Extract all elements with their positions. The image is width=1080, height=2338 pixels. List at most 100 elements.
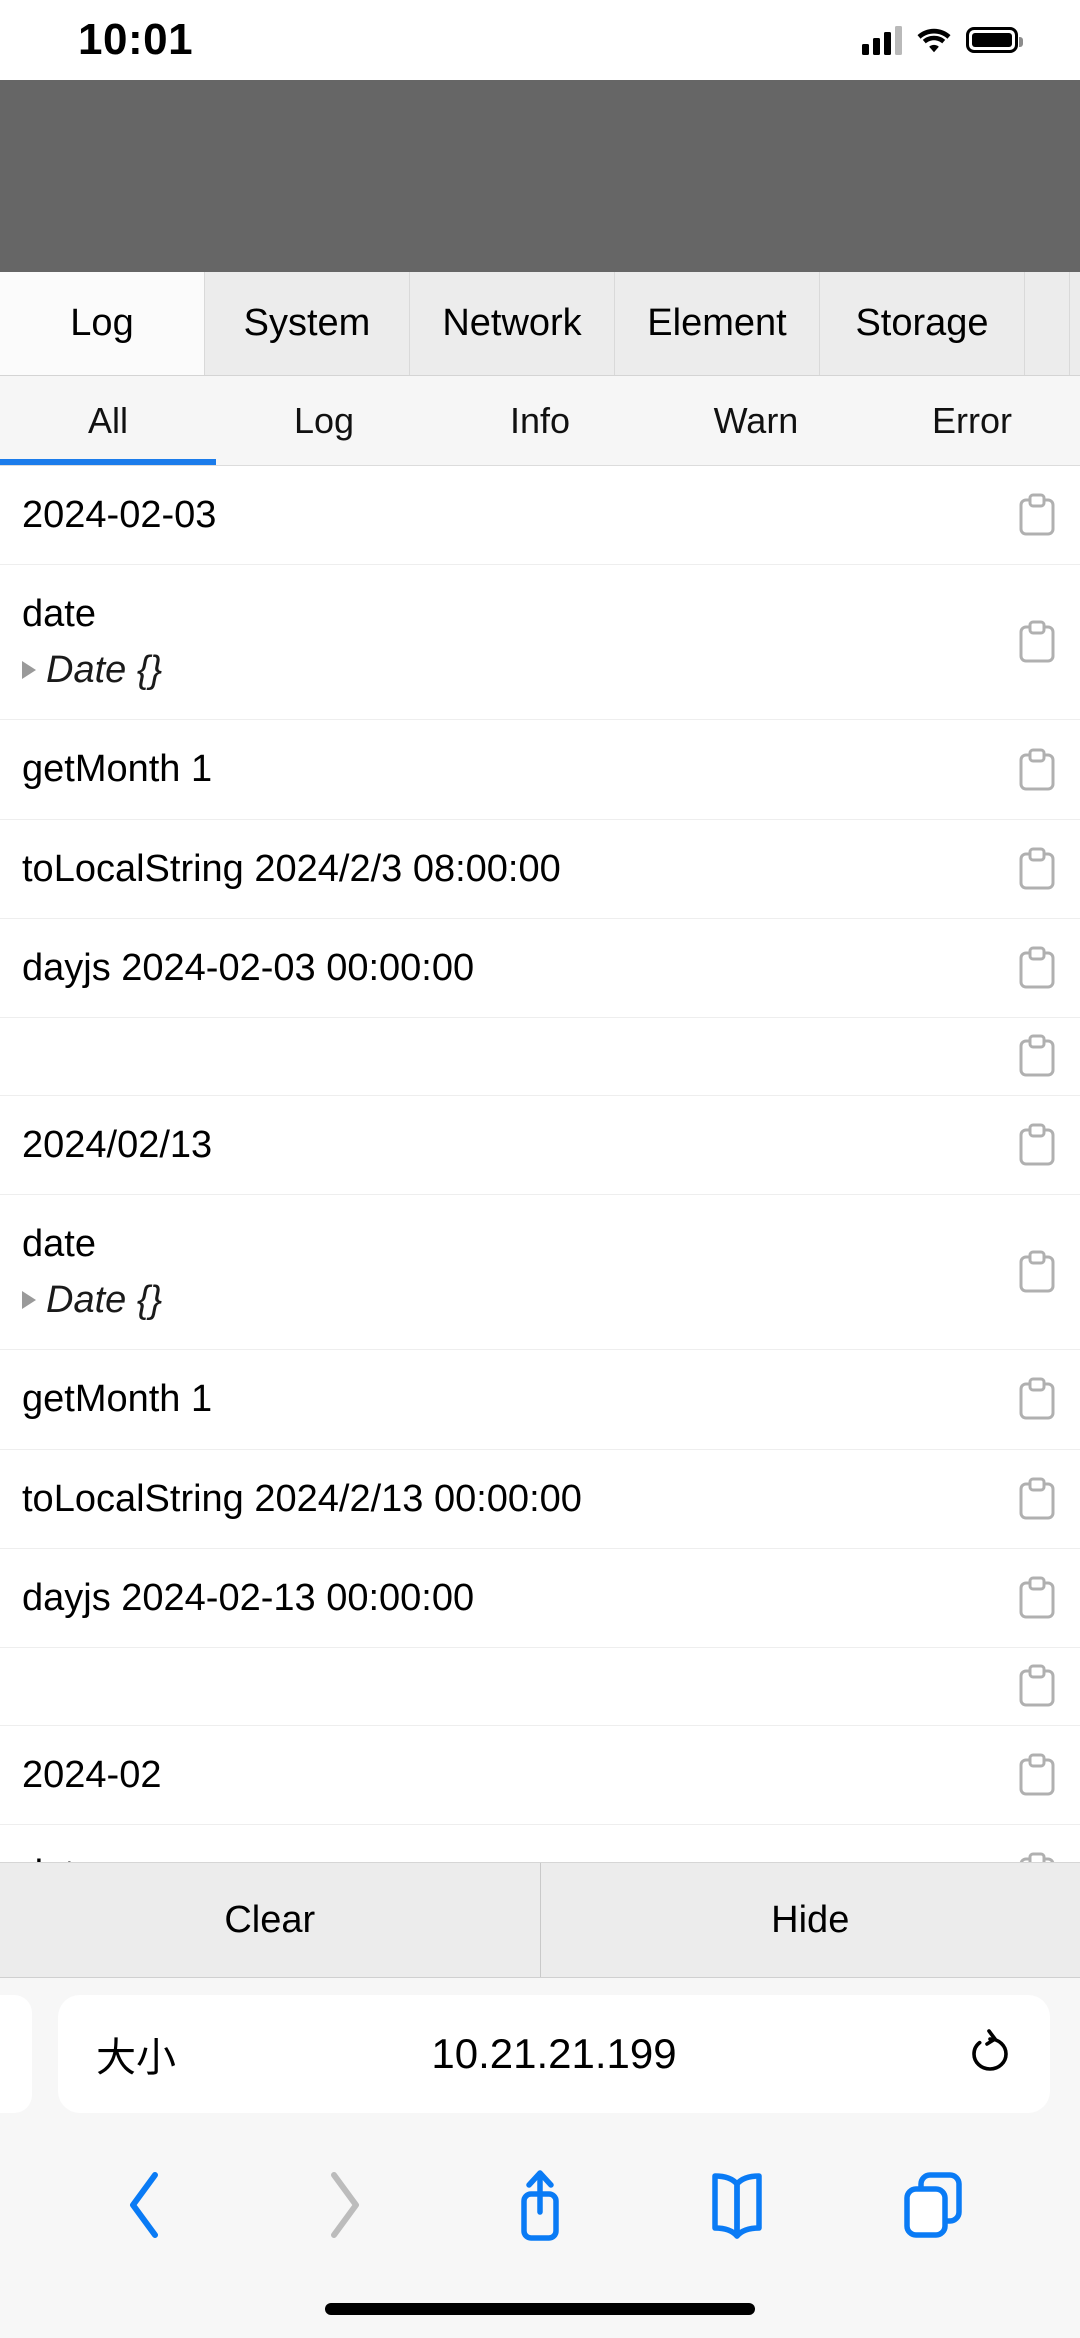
tab-system[interactable]: System [205, 272, 410, 375]
tab-overflow[interactable] [1025, 272, 1070, 375]
tab-system-label: System [243, 302, 371, 344]
clipboard-copy-icon[interactable] [1018, 1123, 1056, 1167]
adjacent-tab-peek[interactable] [0, 1995, 32, 2113]
safari-toolbar [0, 2130, 1080, 2280]
filter-warn[interactable]: Warn [648, 376, 864, 465]
tab-log-label: Log [70, 302, 134, 344]
log-row[interactable] [0, 1648, 1080, 1726]
log-row[interactable]: dayjs 2024-02-03 00:00:00 [0, 919, 1080, 1018]
log-row[interactable]: getMonth 1 [0, 720, 1080, 820]
address-bar[interactable]: 大小 10.21.21.199 [58, 1995, 1050, 2113]
clipboard-copy-icon[interactable] [1018, 1377, 1056, 1421]
clipboard-copy-icon[interactable] [1018, 493, 1056, 537]
log-row-text: getMonth 1 [22, 748, 213, 791]
url-row: 大小 10.21.21.199 [0, 1978, 1080, 2130]
log-row[interactable]: date [0, 1825, 1080, 1862]
filter-warn-label: Warn [713, 399, 799, 441]
log-row-object-label: Date {} [46, 649, 163, 692]
cellular-signal-icon [862, 25, 902, 55]
reload-icon[interactable] [968, 2029, 1012, 2079]
filter-info[interactable]: Info [432, 376, 648, 465]
tabs-button[interactable] [835, 2169, 1032, 2241]
disclosure-triangle-icon[interactable] [22, 1291, 36, 1310]
filter-all[interactable]: All [0, 376, 216, 465]
safari-bottom-chrome: 大小 10.21.21.199 [0, 1978, 1080, 2338]
filter-log[interactable]: Log [216, 376, 432, 465]
filter-log-label: Log [293, 399, 355, 441]
share-button[interactable] [442, 2166, 639, 2244]
log-row-object[interactable]: Date {} [22, 1275, 988, 1325]
log-row[interactable]: toLocalString 2024/2/13 00:00:00 [0, 1450, 1080, 1549]
wifi-icon [917, 28, 951, 53]
url-text: 10.21.21.199 [431, 2030, 677, 2077]
forward-button[interactable] [245, 2169, 442, 2241]
clipboard-copy-icon[interactable] [1018, 1034, 1056, 1078]
clipboard-copy-icon[interactable] [1018, 1477, 1056, 1521]
chevron-right-icon [331, 2172, 360, 2238]
clipboard-copy-icon[interactable] [1018, 1250, 1056, 1294]
share-icon [521, 2170, 559, 2241]
disclosure-triangle-icon[interactable] [22, 661, 36, 680]
log-row-object[interactable]: Date {} [22, 645, 988, 695]
tab-storage[interactable]: Storage [820, 272, 1025, 375]
log-row-text: 2024-02-03 [22, 494, 217, 536]
log-row-text: dayjs 2024-02-03 00:00:00 [22, 946, 475, 989]
tabs-icon [903, 2172, 962, 2238]
filter-error[interactable]: Error [864, 376, 1080, 465]
tab-element[interactable]: Element [615, 272, 820, 375]
log-row[interactable]: 2024-02-03 [0, 466, 1080, 566]
filter-info-label: Info [509, 399, 571, 441]
hide-button[interactable]: Hide [539, 1863, 1080, 1977]
tab-element-label: Element [647, 302, 787, 344]
web-page-backdrop [0, 80, 1080, 272]
phone-screen: 10:01 Log System Network Element Storage… [0, 0, 1080, 2338]
book-icon [712, 2173, 762, 2239]
log-row-text: toLocalString 2024/2/3 08:00:00 [22, 847, 561, 890]
tab-log[interactable]: Log [0, 272, 205, 375]
tab-storage-label: Storage [855, 302, 989, 344]
status-bar: 10:01 [0, 0, 1080, 80]
log-row-text: 2024-02 [22, 1753, 162, 1796]
log-row-text: getMonth 1 [22, 1378, 213, 1421]
vconsole-panel: Log System Network Element Storage All L… [0, 272, 1080, 1978]
clipboard-copy-icon[interactable] [1018, 1576, 1056, 1620]
console-tab-bar: Log System Network Element Storage [0, 272, 1080, 376]
log-row-text: date [22, 593, 96, 636]
back-button[interactable] [48, 2169, 245, 2241]
log-row[interactable]: 2024-02 [0, 1726, 1080, 1826]
clipboard-copy-icon[interactable] [1018, 1753, 1056, 1797]
tab-network-label: Network [442, 302, 582, 344]
clipboard-copy-icon[interactable] [1018, 1664, 1056, 1708]
chevron-left-icon [130, 2172, 159, 2238]
home-indicator[interactable] [325, 2303, 755, 2315]
clipboard-copy-icon[interactable] [1018, 946, 1056, 990]
console-footer: Clear Hide [0, 1862, 1080, 1978]
log-row[interactable]: getMonth 1 [0, 1350, 1080, 1450]
log-row[interactable]: date Date {} [0, 565, 1080, 721]
log-row[interactable]: date Date {} [0, 1195, 1080, 1351]
console-filter-bar: All Log Info Warn Error [0, 376, 1080, 466]
log-row[interactable]: dayjs 2024-02-13 00:00:00 [0, 1549, 1080, 1648]
log-row[interactable]: 2024/02/13 [0, 1096, 1080, 1196]
log-row-text: date [22, 1849, 988, 1862]
page-size-button[interactable]: 大小 [96, 2025, 176, 2083]
log-row[interactable]: toLocalString 2024/2/3 08:00:00 [0, 820, 1080, 919]
filter-error-label: Error [932, 399, 1012, 441]
status-indicators [862, 25, 1023, 55]
bookmarks-button[interactable] [638, 2170, 835, 2240]
log-row-object-label: Date {} [46, 1279, 163, 1322]
battery-icon [966, 27, 1023, 53]
clipboard-copy-icon[interactable] [1018, 748, 1056, 792]
clipboard-copy-icon[interactable] [1018, 620, 1056, 664]
tab-network[interactable]: Network [410, 272, 615, 375]
log-row-text: toLocalString 2024/2/13 00:00:00 [22, 1477, 582, 1520]
clear-button[interactable]: Clear [0, 1863, 540, 1977]
log-row-text: date [22, 1223, 96, 1266]
log-row-text: 2024/02/13 [22, 1123, 213, 1166]
log-row[interactable] [0, 1018, 1080, 1096]
status-time: 10:01 [78, 15, 194, 64]
clipboard-copy-icon[interactable] [1018, 847, 1056, 891]
console-log-list[interactable]: 2024-02-03 date Date {} getMonth 1 toLocalSt… [0, 466, 1080, 1862]
filter-all-label: All [87, 399, 128, 441]
clipboard-copy-icon[interactable] [1018, 1852, 1056, 1862]
